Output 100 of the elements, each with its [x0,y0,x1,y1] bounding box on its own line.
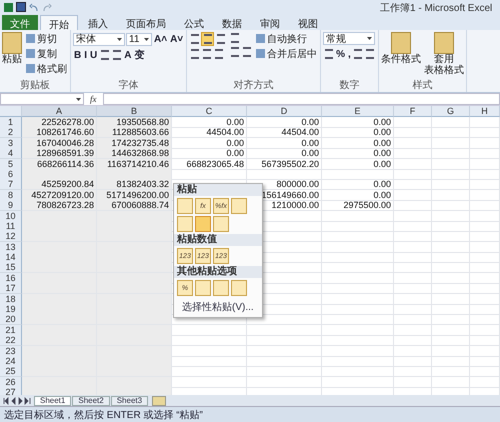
row-header[interactable]: 18 [0,294,22,305]
row-header[interactable]: 7 [0,179,22,190]
empty-cell [322,294,394,305]
ribbon-tab[interactable]: 视图 [290,15,326,30]
column-header[interactable]: F [394,106,432,117]
ribbon-tab[interactable]: 审阅 [252,15,288,30]
row-header[interactable]: 26 [0,376,22,388]
sheet-tab[interactable]: Sheet3 [110,396,148,406]
empty-cell [322,231,394,242]
column-header[interactable]: E [322,106,394,117]
ribbon-button[interactable]: I [83,48,88,62]
ribbon-button[interactable]: 合并后居中 [255,47,318,60]
empty-cell [432,366,470,378]
empty-cell [394,200,432,212]
row-header[interactable]: 6 [0,168,22,180]
ribbon-button[interactable]: 格式刷 [25,62,68,75]
ribbon-button[interactable]: , [347,47,352,61]
toolbar-icon[interactable] [189,48,200,60]
insert-function-button[interactable]: fx [88,94,98,104]
ribbon-tab[interactable]: 插入 [80,15,116,30]
row-header[interactable]: 1 [0,117,22,128]
ribbon-button[interactable]: B [73,48,82,62]
ribbon-tab[interactable]: 开始 [40,15,78,30]
row-header[interactable]: 13 [0,242,22,253]
row-header[interactable]: 20 [0,314,22,326]
ribbon-button[interactable]: % [335,47,346,61]
ribbon-tab[interactable]: 数据 [214,15,250,30]
sheet-tab[interactable]: Sheet2 [72,396,110,406]
empty-cell [432,190,470,201]
ribbon-button[interactable]: A˄ [153,32,168,46]
menu-item[interactable]: 选择性粘贴(V)... [174,298,262,314]
column-header[interactable]: B [97,106,172,117]
empty-cell [470,304,500,316]
sheet-nav-icon[interactable] [3,396,33,404]
toolbar-icon[interactable] [189,33,200,45]
column-header[interactable]: A [22,106,97,117]
empty-cell [470,220,500,232]
toolbar-icon[interactable] [229,32,240,44]
toolbar-icon[interactable] [229,46,240,58]
formula-field[interactable] [102,93,500,105]
dropdown-field[interactable]: 常规 [323,32,376,45]
toolbar-icon[interactable] [99,49,110,61]
row-header[interactable]: 11 [0,220,22,232]
row-header[interactable]: 12 [0,231,22,242]
row-header[interactable]: 15 [0,262,22,274]
row-header[interactable]: 21 [0,324,22,336]
empty-cell [394,148,432,160]
row-header[interactable]: 4 [0,148,22,160]
ribbon-button[interactable]: 变 [133,48,146,62]
dropdown-field[interactable]: 11 [126,32,152,46]
ribbon-button[interactable]: 剪切 [25,32,58,45]
toolbar-icon[interactable] [364,48,376,60]
toolbar-icon[interactable] [352,48,364,60]
table-cell: 0.00 [247,117,322,128]
toolbar-icon[interactable] [213,48,224,60]
ribbon-button[interactable]: 复制 [25,47,58,60]
empty-cell [322,304,394,316]
row-header[interactable]: 19 [0,304,22,316]
row-header[interactable]: 22 [0,335,22,346]
toolbar-icon[interactable] [215,33,226,45]
ribbon-button[interactable]: 自动换行 [255,32,308,45]
row-header[interactable]: 8 [0,190,22,201]
empty-cell [432,210,470,222]
group-label: 数字 [338,80,360,92]
row-header[interactable]: 27 [0,387,22,395]
table-cell: 44504.00 [172,127,247,138]
toolbar-icon[interactable] [323,48,334,60]
toolbar-icon[interactable] [201,32,214,46]
ribbon-button[interactable]: U [89,48,98,62]
row-header[interactable]: 2 [0,127,22,138]
ribbon-button[interactable]: A [123,48,132,62]
toolbar-icon[interactable] [201,48,212,60]
row-header[interactable]: 25 [0,366,22,378]
row-header[interactable]: 16 [0,272,22,284]
row-header[interactable]: 23 [0,346,22,357]
toolbar-icon[interactable] [111,49,122,61]
row-header[interactable]: 24 [0,356,22,367]
sheet-tab[interactable]: Sheet1 [34,396,72,406]
row-header[interactable]: 17 [0,283,22,294]
column-header[interactable]: H [470,106,500,117]
empty-cell [432,148,470,160]
ribbon-tab[interactable]: 文件 [2,15,38,30]
empty-cell [432,314,470,326]
row-header[interactable]: 3 [0,138,22,149]
column-header[interactable]: G [432,106,470,117]
ribbon-button[interactable]: 条件格式 [380,32,421,65]
ribbon-button[interactable]: A˅ [169,32,184,46]
row-header[interactable]: 5 [0,158,22,170]
row-header[interactable]: 10 [0,210,22,222]
ribbon-tab[interactable]: 页面布局 [118,15,174,30]
undo-icon[interactable] [29,2,39,12]
row-header[interactable]: 14 [0,252,22,264]
ribbon-button[interactable]: 套用 表格格式 [424,32,464,76]
row-header[interactable]: 9 [0,200,22,212]
column-header[interactable]: D [247,106,322,117]
group-label: 剪贴板 [19,80,51,92]
column-header[interactable]: C [172,106,247,117]
toolbar-icon[interactable] [241,46,252,58]
ribbon-tab[interactable]: 公式 [176,15,212,30]
dropdown-field[interactable]: 宋体 [73,32,125,46]
